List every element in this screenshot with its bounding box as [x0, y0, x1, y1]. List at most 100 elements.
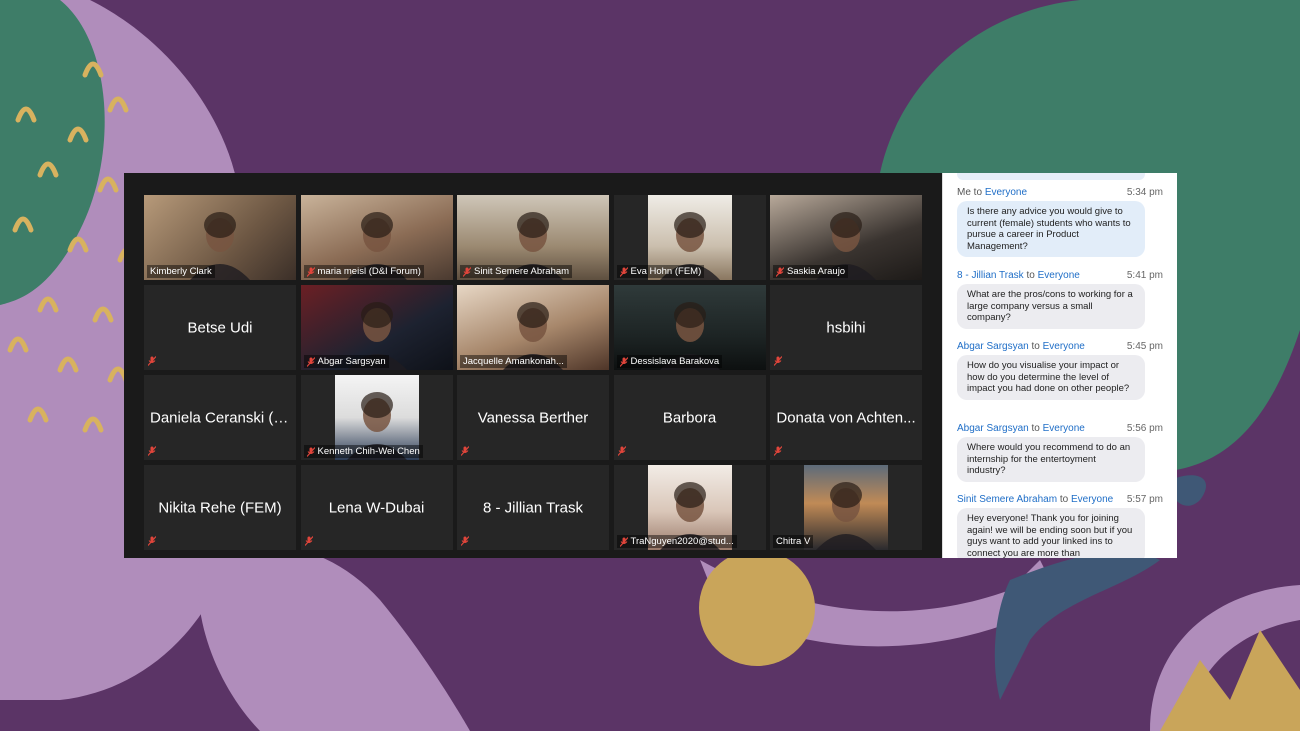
chat-sender-line: Sinit Semere Abraham to Everyone: [957, 494, 1113, 505]
participant-name-label: Jacquelle Amankonah...: [460, 355, 567, 368]
participant-tile[interactable]: Nikita Rehe (FEM): [144, 465, 296, 550]
participant-tile[interactable]: hsbihi: [770, 285, 922, 370]
participant-tile[interactable]: Betse Udi: [144, 285, 296, 370]
participant-tile[interactable]: Saskia Araujo: [770, 195, 922, 280]
participant-name: Nikita Rehe (FEM): [158, 499, 282, 516]
chat-sender[interactable]: Abgar Sargsyan: [957, 423, 1029, 434]
chat-message: Abgar Sargsyan to Everyone 5:45 pm How do …: [957, 341, 1163, 400]
participant-tile[interactable]: Dessislava Barakova: [613, 285, 766, 370]
chat-message-text: Is there any advice you would give to cu…: [957, 201, 1145, 257]
chat-timestamp: 5:56 pm: [1126, 423, 1163, 434]
participant-name: Eva Hohn (FEM): [630, 266, 702, 277]
chat-message-header: Me to Everyone 5:34 pm: [957, 187, 1163, 198]
chat-recipient[interactable]: Everyone: [1043, 341, 1085, 352]
participant-name: Sinit Semere Abraham: [474, 266, 570, 277]
muted-mic-icon: [306, 266, 315, 277]
chat-to-label: to: [1028, 423, 1043, 434]
participant-tile[interactable]: Lena W-Dubai: [300, 465, 453, 550]
chat-message: Abgar Sargsyan to Everyone 5:56 pm Where w…: [957, 423, 1163, 482]
participant-tile[interactable]: Jacquelle Amankonah...: [457, 285, 609, 370]
chat-message-text: How do you visualise your impact or how …: [957, 355, 1145, 400]
participant-name-label: maria meisl (D&I Forum): [303, 265, 424, 278]
participant-name: Barbora: [662, 409, 717, 426]
participant-name-label: Kenneth Chih-Wei Chen: [303, 445, 423, 458]
chat-sender-line: Abgar Sargsyan to Everyone: [957, 341, 1085, 352]
muted-mic-icon: [774, 356, 782, 366]
participant-tile[interactable]: Donata von Achten...: [770, 375, 922, 460]
participant-name: Chitra V: [776, 536, 811, 547]
participant-name-label: Abgar Sargsyan: [303, 355, 389, 368]
chat-sender[interactable]: Sinit Semere Abraham: [957, 494, 1057, 505]
chat-message-header: Abgar Sargsyan to Everyone 5:45 pm: [957, 341, 1163, 352]
participant-name: Dessislava Barakova: [630, 356, 720, 367]
participant-name-label: TraNguyen2020@stud...: [616, 535, 737, 548]
muted-mic-icon: [148, 446, 156, 456]
participant-tile[interactable]: Chitra V: [770, 465, 922, 550]
participant-video: [804, 465, 888, 550]
chat-previous-message-bubble: [957, 173, 1145, 180]
participant-name: Daniela Ceranski (F...: [150, 409, 294, 426]
participant-name: Donata von Achten...: [776, 409, 916, 426]
participant-name: maria meisl (D&I Forum): [317, 266, 421, 277]
muted-mic-icon: [776, 266, 784, 277]
chat-sender[interactable]: 8 - Jillian Trask: [957, 270, 1024, 281]
participant-name: TraNguyen2020@stud...: [630, 536, 734, 547]
chat-message: Sinit Semere Abraham to Everyone 5:57 pm H…: [957, 494, 1163, 558]
chat-message-text: Where would you recommend to do an inter…: [957, 437, 1145, 482]
participant-tile[interactable]: maria meisl (D&I Forum): [300, 195, 453, 280]
chat-recipient[interactable]: Everyone: [1038, 270, 1080, 281]
participant-name: Jacquelle Amankonah...: [463, 356, 564, 367]
participant-name-label: Dessislava Barakova: [616, 355, 723, 368]
participant-tile[interactable]: Barbora: [613, 375, 766, 460]
chat-recipient[interactable]: Everyone: [1071, 494, 1113, 505]
participant-name: Vanessa Berther: [477, 409, 589, 426]
muted-mic-icon: [774, 446, 782, 456]
chat-timestamp: 5:45 pm: [1126, 341, 1163, 352]
participant-name-label: Kimberly Clark: [147, 265, 215, 278]
muted-mic-icon: [148, 536, 156, 546]
participant-tile[interactable]: Abgar Sargsyan: [300, 285, 453, 370]
chat-sender[interactable]: Abgar Sargsyan: [957, 341, 1029, 352]
participant-name: Kenneth Chih-Wei Chen: [317, 446, 420, 457]
chat-message: 8 - Jillian Trask to Everyone 5:41 pm What…: [957, 270, 1163, 329]
chat-message-text: What are the pros/cons to working for a …: [957, 284, 1145, 329]
chat-sender-line: Me to Everyone: [957, 187, 1027, 198]
participant-tile[interactable]: Eva Hohn (FEM): [613, 195, 766, 280]
muted-mic-icon: [619, 536, 628, 547]
muted-mic-icon: [148, 356, 156, 366]
muted-mic-icon: [463, 266, 471, 277]
participant-tile[interactable]: Kimberly Clark: [144, 195, 296, 280]
muted-mic-icon: [304, 536, 313, 546]
muted-mic-icon: [617, 446, 626, 456]
participant-tile[interactable]: Daniela Ceranski (F...: [144, 375, 296, 460]
participant-name-label: Saskia Araujo: [773, 265, 849, 278]
muted-mic-icon: [461, 536, 469, 546]
participant-tile[interactable]: Sinit Semere Abraham: [457, 195, 609, 280]
chat-sender-line: 8 - Jillian Trask to Everyone: [957, 270, 1080, 281]
muted-mic-icon: [306, 446, 315, 457]
chat-timestamp: 5:41 pm: [1126, 270, 1163, 281]
participant-tile[interactable]: Vanessa Berther: [457, 375, 609, 460]
chat-panel[interactable]: Me to Everyone 5:34 pm Is there any advice…: [942, 173, 1177, 558]
chat-message: Me to Everyone 5:34 pm Is there any advice…: [957, 187, 1163, 257]
chat-sender[interactable]: Me: [957, 187, 971, 198]
participant-tile[interactable]: 8 - Jillian Trask: [457, 465, 609, 550]
chat-timestamp: 5:57 pm: [1126, 494, 1163, 505]
participant-name-label: Eva Hohn (FEM): [616, 265, 705, 278]
chat-message-header: Sinit Semere Abraham to Everyone 5:57 pm: [957, 494, 1163, 505]
chat-recipient[interactable]: Everyone: [1043, 423, 1085, 434]
participant-tile[interactable]: Kenneth Chih-Wei Chen: [300, 375, 453, 460]
participant-name: 8 - Jillian Trask: [482, 499, 584, 516]
participant-name: Kimberly Clark: [150, 266, 212, 277]
chat-message-header: 8 - Jillian Trask to Everyone 5:41 pm: [957, 270, 1163, 281]
participant-name: hsbihi: [826, 319, 866, 336]
chat-recipient[interactable]: Everyone: [985, 187, 1027, 198]
chat-to-label: to: [1057, 494, 1071, 505]
participant-name-label: Sinit Semere Abraham: [460, 265, 573, 278]
chat-message-header: Abgar Sargsyan to Everyone 5:56 pm: [957, 423, 1163, 434]
participant-tile[interactable]: TraNguyen2020@stud...: [613, 465, 766, 550]
participant-name: Abgar Sargsyan: [317, 356, 386, 367]
chat-to-label: to: [1028, 341, 1043, 352]
chat-to-label: to: [1023, 270, 1038, 281]
participant-name: Betse Udi: [187, 319, 253, 336]
